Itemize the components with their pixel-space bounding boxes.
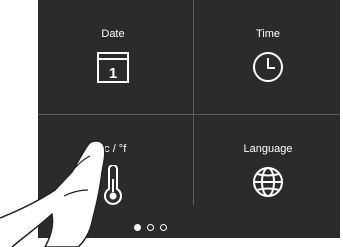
calendar-day-number: 1 (109, 65, 117, 82)
calendar-icon: 1 (96, 50, 130, 89)
time-tile[interactable]: Time (193, 2, 343, 112)
language-tile[interactable]: Language (193, 117, 343, 227)
horizontal-divider (38, 114, 340, 115)
page-dot[interactable] (160, 224, 167, 231)
settings-screen: Date 1 Time °c / °f Language (38, 0, 340, 238)
globe-icon (251, 165, 285, 204)
thermometer-icon (96, 164, 130, 210)
page-dot[interactable] (147, 224, 154, 231)
language-label: Language (243, 143, 293, 155)
temperature-units-tile[interactable]: °c / °f (38, 117, 188, 227)
time-label: Time (255, 28, 281, 40)
temperature-units-label: °c / °f (99, 143, 127, 155)
date-tile[interactable]: Date 1 (38, 2, 188, 112)
clock-icon (251, 50, 285, 89)
date-label: Date (101, 28, 125, 40)
page-dot-active[interactable] (134, 224, 141, 231)
page-indicator (134, 224, 167, 231)
